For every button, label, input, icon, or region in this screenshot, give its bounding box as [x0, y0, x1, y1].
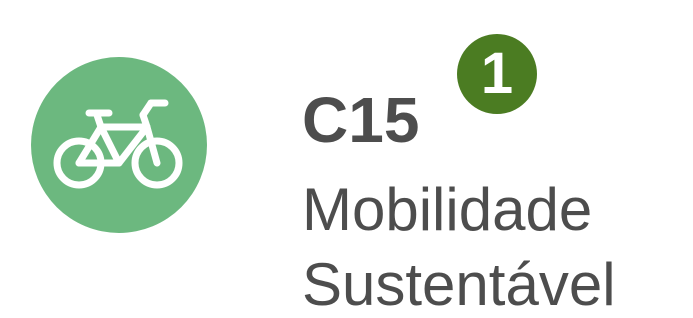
bicycle-icon-circle [31, 57, 207, 233]
number-badge: 1 [457, 34, 537, 114]
section-title-line-1: Mobilidade [302, 176, 593, 243]
section-title-line-2: Sustentável [302, 251, 616, 318]
bicycle-icon [53, 99, 183, 189]
section-code: C15 [302, 84, 420, 156]
